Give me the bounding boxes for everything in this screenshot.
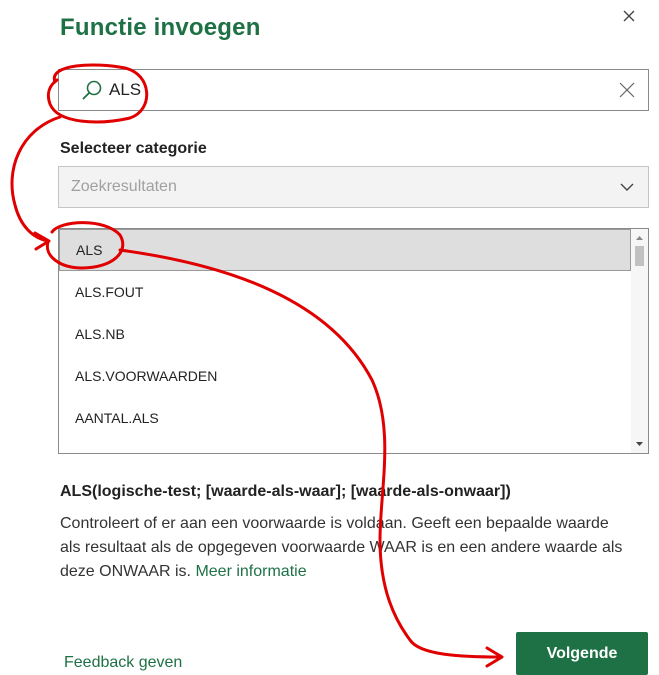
more-info-link[interactable]: Meer informatie bbox=[195, 563, 306, 580]
feedback-link[interactable]: Feedback geven bbox=[64, 654, 182, 672]
annotation-arrow-search-to-list bbox=[10, 115, 62, 243]
insert-function-dialog: Functie invoegen ALS Selecteer categorie… bbox=[0, 0, 659, 675]
list-scrollbar[interactable] bbox=[631, 229, 648, 453]
description-text: Controleert of er aan een voorwaarde is … bbox=[60, 515, 623, 580]
list-item-als-fout[interactable]: ALS.FOUT bbox=[59, 271, 631, 313]
next-button[interactable]: Volgende bbox=[516, 632, 648, 675]
category-selected-value: Zoekresultaten bbox=[71, 178, 177, 195]
chevron-down-icon bbox=[620, 183, 634, 191]
function-signature: ALS(logische-test; [waarde-als-waar]; [w… bbox=[60, 483, 511, 500]
category-label: Selecteer categorie bbox=[60, 140, 207, 157]
list-item-aantal-als[interactable]: AANTAL.ALS bbox=[59, 397, 631, 439]
close-icon[interactable] bbox=[621, 8, 637, 24]
list-item-als-voorwaarden[interactable]: ALS.VOORWAARDEN bbox=[59, 355, 631, 397]
dialog-title: Functie invoegen bbox=[60, 14, 261, 41]
function-description: Controleert of er aan een voorwaarde is … bbox=[60, 512, 630, 584]
list-item-als-nb[interactable]: ALS.NB bbox=[59, 313, 631, 355]
scroll-thumb[interactable] bbox=[635, 246, 644, 266]
annotation-arrowhead-list bbox=[33, 231, 51, 251]
scroll-down-icon[interactable] bbox=[635, 440, 644, 448]
annotation-arrowhead-next bbox=[485, 646, 504, 668]
search-icon bbox=[82, 80, 102, 100]
function-list[interactable]: ALS ALS.FOUT ALS.NB ALS.VOORWAARDEN AANT… bbox=[58, 228, 649, 454]
search-input[interactable]: ALS bbox=[58, 69, 649, 111]
category-select[interactable]: Zoekresultaten bbox=[58, 166, 649, 208]
list-item-als[interactable]: ALS bbox=[59, 229, 631, 271]
search-value: ALS bbox=[109, 80, 142, 99]
clear-icon[interactable] bbox=[618, 81, 636, 99]
scroll-up-icon[interactable] bbox=[635, 234, 644, 242]
